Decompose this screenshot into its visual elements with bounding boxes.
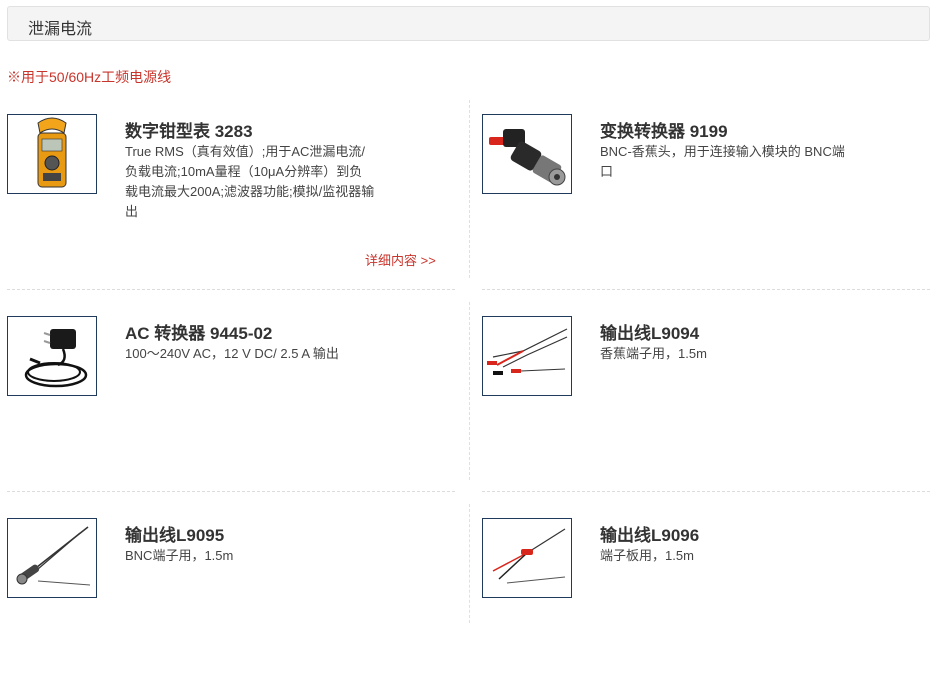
- product-title[interactable]: 输出线L9094: [600, 319, 699, 344]
- column-divider: [469, 504, 470, 623]
- product-card: 输出线L9095 BNC端子用，1.5m: [7, 518, 457, 698]
- section-header: 泄漏电流: [7, 6, 930, 41]
- product-description: 香蕉端子用，1.5m: [600, 346, 707, 361]
- product-title[interactable]: 变换转换器 9199: [600, 117, 728, 142]
- product-card: 数字钳型表 3283 True RMS（真有效值）;用于AC泄漏电流/负载电流;…: [7, 114, 457, 294]
- column-divider: [469, 302, 470, 480]
- column-divider: [469, 100, 470, 278]
- product-card: 输出线L9094 香蕉端子用，1.5m: [482, 316, 932, 496]
- product-image-terminal-cord[interactable]: [482, 518, 572, 598]
- product-card: 输出线L9096 端子板用，1.5m: [482, 518, 932, 698]
- frequency-note: ※用于50/60Hz工频电源线: [7, 69, 172, 85]
- product-image-converter[interactable]: [482, 114, 572, 194]
- product-description: BNC-香蕉头，用于连接输入模块的 BNC端口: [600, 144, 845, 179]
- product-image-ac-adapter[interactable]: [7, 316, 97, 396]
- product-image-clamp-meter[interactable]: [7, 114, 97, 194]
- product-title[interactable]: 数字钳型表 3283: [125, 117, 253, 142]
- product-description: True RMS（真有效值）;用于AC泄漏电流/负载电流;10mA量程（10μA…: [125, 144, 375, 219]
- product-title[interactable]: AC 转换器 9445-02: [125, 319, 272, 344]
- details-link[interactable]: 详细内容 >>: [365, 250, 436, 269]
- product-title[interactable]: 输出线L9096: [600, 521, 699, 546]
- product-image-output-cord[interactable]: [482, 316, 572, 396]
- product-card: AC 转换器 9445-02 100～240V AC，12 V DC/ 2.5 …: [7, 316, 457, 496]
- product-card: 变换转换器 9199 BNC-香蕉头，用于连接输入模块的 BNC端口: [482, 114, 932, 294]
- product-description: BNC端子用，1.5m: [125, 548, 234, 563]
- product-description: 端子板用，1.5m: [600, 548, 694, 563]
- product-description: 100～240V AC，12 V DC/ 2.5 A 输出: [125, 346, 339, 361]
- product-image-bnc-cord[interactable]: [7, 518, 97, 598]
- product-title[interactable]: 输出线L9095: [125, 521, 224, 546]
- section-title: 泄漏电流: [28, 21, 93, 38]
